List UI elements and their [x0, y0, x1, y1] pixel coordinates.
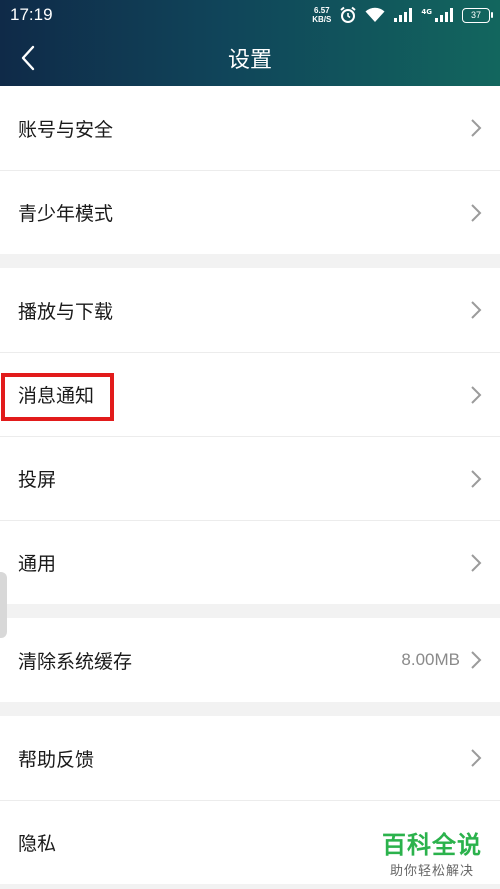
group-divider	[0, 604, 500, 618]
settings-group-account: 账号与安全 青少年模式	[0, 86, 500, 254]
net-speed-unit: KB/S	[312, 15, 332, 24]
back-arrow-icon	[21, 45, 35, 71]
settings-item-label: 消息通知	[18, 385, 95, 407]
watermark-logo: 百科全说 助你轻松解决	[378, 823, 486, 881]
status-bar: 17:19 6.57 KB/S 4G 37	[0, 0, 500, 30]
back-button[interactable]	[8, 38, 48, 78]
cache-size-value: 8.00MB	[401, 650, 460, 669]
chevron-right-icon	[470, 300, 482, 320]
settings-list: 账号与安全 青少年模式 播放与下载 消息通知 投屏 通用 清除系统缓存 8.00…	[0, 86, 500, 884]
settings-item-play-download[interactable]: 播放与下载	[0, 268, 500, 352]
group-divider	[0, 254, 500, 268]
battery-level: 37	[470, 10, 481, 20]
chevron-right-icon	[470, 553, 482, 573]
settings-item-label: 青少年模式	[18, 203, 114, 225]
net-speed: 6.57 KB/S	[312, 6, 331, 24]
settings-item-label: 隐私	[18, 833, 57, 855]
settings-item-label: 帮助反馈	[18, 748, 95, 771]
settings-item-label: 清除系统缓存	[18, 650, 133, 673]
chevron-right-icon	[470, 650, 482, 670]
signal-icon-2	[435, 8, 453, 22]
watermark-subtitle: 助你轻松解决	[389, 864, 474, 879]
status-time: 17:19	[10, 5, 53, 24]
group-divider	[0, 702, 500, 716]
page-title: 设置	[227, 48, 272, 73]
net-speed-value: 6.57	[314, 6, 330, 15]
chevron-right-icon	[470, 469, 482, 489]
edge-swipe-handle[interactable]	[0, 572, 7, 638]
settings-item-cast[interactable]: 投屏	[0, 436, 500, 520]
settings-item-help-feedback[interactable]: 帮助反馈	[0, 716, 500, 800]
app-header: 17:19 6.57 KB/S 4G 37 设置	[0, 0, 500, 86]
settings-item-account-security[interactable]: 账号与安全	[0, 86, 500, 170]
battery-icon: 37	[462, 7, 493, 23]
settings-item-notifications[interactable]: 消息通知	[0, 352, 500, 436]
settings-item-label: 投屏	[18, 469, 57, 491]
wifi-icon	[365, 7, 385, 22]
settings-item-label: 通用	[18, 553, 57, 575]
watermark-title: 百科全说	[382, 831, 482, 859]
signal-icon	[394, 8, 413, 22]
settings-group-cache: 清除系统缓存 8.00MB	[0, 618, 500, 702]
nav-bar: 设置	[0, 30, 500, 86]
chevron-right-icon	[470, 203, 482, 223]
settings-item-label: 账号与安全	[18, 118, 114, 141]
network-tag: 4G	[421, 8, 432, 16]
settings-item-clear-cache[interactable]: 清除系统缓存 8.00MB	[0, 618, 500, 702]
settings-item-general[interactable]: 通用	[0, 520, 500, 604]
settings-group-playback: 播放与下载 消息通知 投屏 通用	[0, 268, 500, 604]
alarm-icon	[340, 6, 357, 23]
chevron-right-icon	[470, 385, 482, 405]
settings-item-teen-mode[interactable]: 青少年模式	[0, 170, 500, 254]
chevron-right-icon	[470, 118, 482, 138]
status-icons: 6.57 KB/S 4G 37	[312, 6, 493, 24]
chevron-right-icon	[470, 748, 482, 768]
settings-item-label: 播放与下载	[18, 300, 114, 323]
